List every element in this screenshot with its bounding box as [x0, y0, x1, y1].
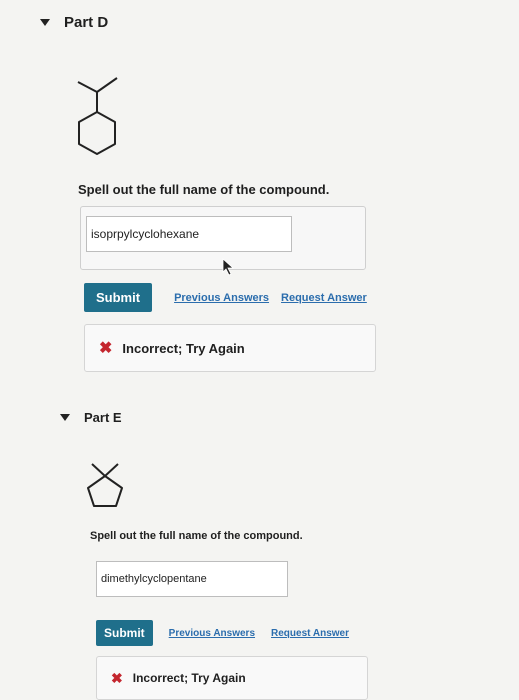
x-icon: ✖ [111, 669, 123, 686]
collapse-triangle-icon[interactable] [40, 19, 50, 26]
part-d-previous-answers-link[interactable]: Previous Answers [174, 292, 269, 304]
part-e-title: Part E [84, 410, 122, 425]
part-e-feedback: ✖ Incorrect; Try Again [96, 656, 368, 700]
part-d-header[interactable]: Part D [40, 14, 108, 31]
part-d-submit-button[interactable]: Submit [84, 283, 153, 312]
part-e-submit-button[interactable]: Submit [96, 620, 153, 646]
mouse-cursor-icon [222, 258, 235, 276]
part-d-button-row: Submit Previous Answers Request Answer [84, 283, 367, 312]
part-d-feedback-text: Incorrect; Try Again [122, 340, 245, 356]
part-d-title: Part D [64, 14, 109, 31]
collapse-triangle-icon[interactable] [60, 414, 70, 421]
isopropylcyclohexane-structure [77, 77, 118, 155]
dimethylcyclopentane-structure [87, 463, 123, 507]
part-d-prompt: Spell out the full name of the compound. [78, 182, 330, 197]
part-e-prompt: Spell out the full name of the compound. [90, 530, 303, 542]
part-e-header[interactable]: Part E [60, 410, 122, 425]
part-e-request-answer-link[interactable]: Request Answer [271, 628, 349, 639]
part-d-feedback: ✖ Incorrect; Try Again [84, 324, 376, 372]
part-e-previous-answers-link[interactable]: Previous Answers [169, 628, 255, 639]
x-icon: ✖ [99, 340, 113, 357]
part-e-button-row: Submit Previous Answers Request Answer [96, 620, 349, 646]
part-d-request-answer-link[interactable]: Request Answer [281, 292, 367, 304]
part-e-answer-input[interactable]: dimethylcyclopentane [96, 561, 288, 597]
part-e-feedback-text: Incorrect; Try Again [132, 671, 246, 685]
part-d-answer-input[interactable]: isoprpylcyclohexane [86, 216, 292, 252]
